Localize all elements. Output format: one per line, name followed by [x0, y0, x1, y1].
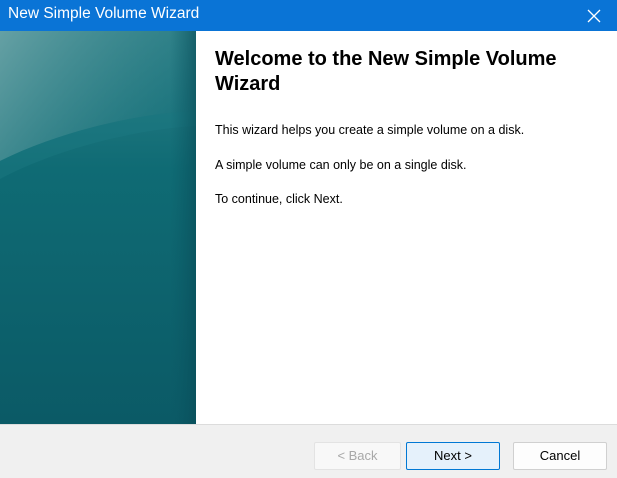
wizard-window: New Simple Volume Wizard Welcome to the … [0, 0, 617, 478]
page-title: Welcome to the New Simple Volume Wizard [215, 48, 557, 95]
back-button[interactable]: < Back [314, 442, 401, 470]
wizard-footer: < Back Next > Cancel [0, 424, 617, 478]
next-button[interactable]: Next > [406, 442, 500, 470]
wizard-content: Welcome to the New Simple Volume Wizard … [196, 31, 617, 424]
intro-text: This wizard helps you create a simple vo… [215, 123, 525, 137]
title-bar: New Simple Volume Wizard [0, 0, 617, 31]
cancel-button[interactable]: Cancel [513, 442, 607, 470]
disk-note-text: A simple volume can only be on a single … [215, 158, 467, 172]
window-title: New Simple Volume Wizard [8, 5, 200, 22]
continue-text: To continue, click Next. [215, 192, 343, 206]
close-icon [587, 9, 601, 22]
wizard-side-graphic [0, 31, 196, 424]
close-button[interactable] [571, 0, 617, 31]
